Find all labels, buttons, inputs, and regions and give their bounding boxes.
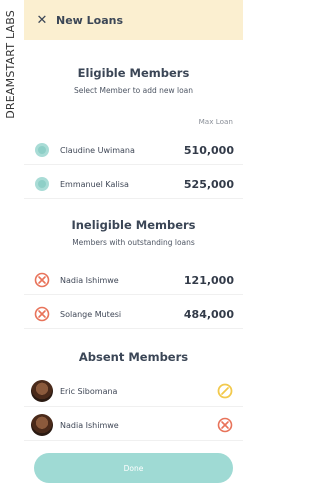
absent-section-header: Absent Members — [24, 350, 243, 364]
absent-title: Absent Members — [78, 350, 189, 364]
member-max-loan: 525,000 — [183, 177, 234, 191]
watermark-text: DREAMSTART LABS — [4, 10, 17, 119]
new-loans-screen: ✕ New Loans Eligible Members Select Memb… — [24, 0, 243, 498]
unselected-radio-icon[interactable] — [35, 143, 49, 157]
member-name: Nadia Ishimwe — [60, 275, 119, 285]
watermark-strip: DREAMSTART LABS — [0, 0, 24, 498]
member-name: Eric Sibomana — [60, 386, 118, 396]
absent-member-row: Eric Sibomana — [24, 376, 243, 407]
avatar — [31, 380, 53, 402]
member-outstanding-amount: 484,000 — [183, 307, 234, 321]
max-loan-column-label: Max Loan — [198, 117, 233, 126]
ineligible-section-header: Ineligible Members Members with outstand… — [24, 218, 243, 247]
blocked-icon — [34, 306, 50, 322]
close-icon[interactable]: ✕ — [28, 13, 56, 28]
member-outstanding-amount: 121,000 — [183, 273, 234, 287]
ineligible-subtitle: Members with outstanding loans — [72, 238, 195, 247]
absent-member-row: Nadia Ishimwe — [24, 410, 243, 441]
member-name: Solange Mutesi — [60, 309, 122, 319]
eligible-member-row[interactable]: Claudine Uwimana 510,000 — [24, 136, 243, 165]
page-title: New Loans — [56, 13, 124, 27]
member-name: Nadia Ishimwe — [60, 420, 119, 430]
ineligible-title: Ineligible Members — [71, 218, 196, 232]
ineligible-member-row: Nadia Ishimwe 121,000 — [24, 266, 243, 295]
member-name: Claudine Uwimana — [60, 145, 135, 155]
eligible-subtitle: Select Member to add new loan — [73, 86, 194, 95]
excused-icon — [217, 383, 233, 399]
member-max-loan: 510,000 — [183, 143, 234, 157]
ineligible-member-row: Solange Mutesi 484,000 — [24, 300, 243, 329]
eligible-member-row[interactable]: Emmanuel Kalisa 525,000 — [24, 170, 243, 199]
blocked-icon — [34, 272, 50, 288]
done-button[interactable]: Done — [34, 453, 233, 483]
avatar — [31, 414, 53, 436]
header: ✕ New Loans — [24, 0, 243, 40]
eligible-title: Eligible Members — [77, 66, 190, 80]
blocked-icon — [217, 417, 233, 433]
member-name: Emmanuel Kalisa — [60, 179, 129, 189]
eligible-section-header: Eligible Members Select Member to add ne… — [24, 66, 243, 95]
unselected-radio-icon[interactable] — [35, 177, 49, 191]
